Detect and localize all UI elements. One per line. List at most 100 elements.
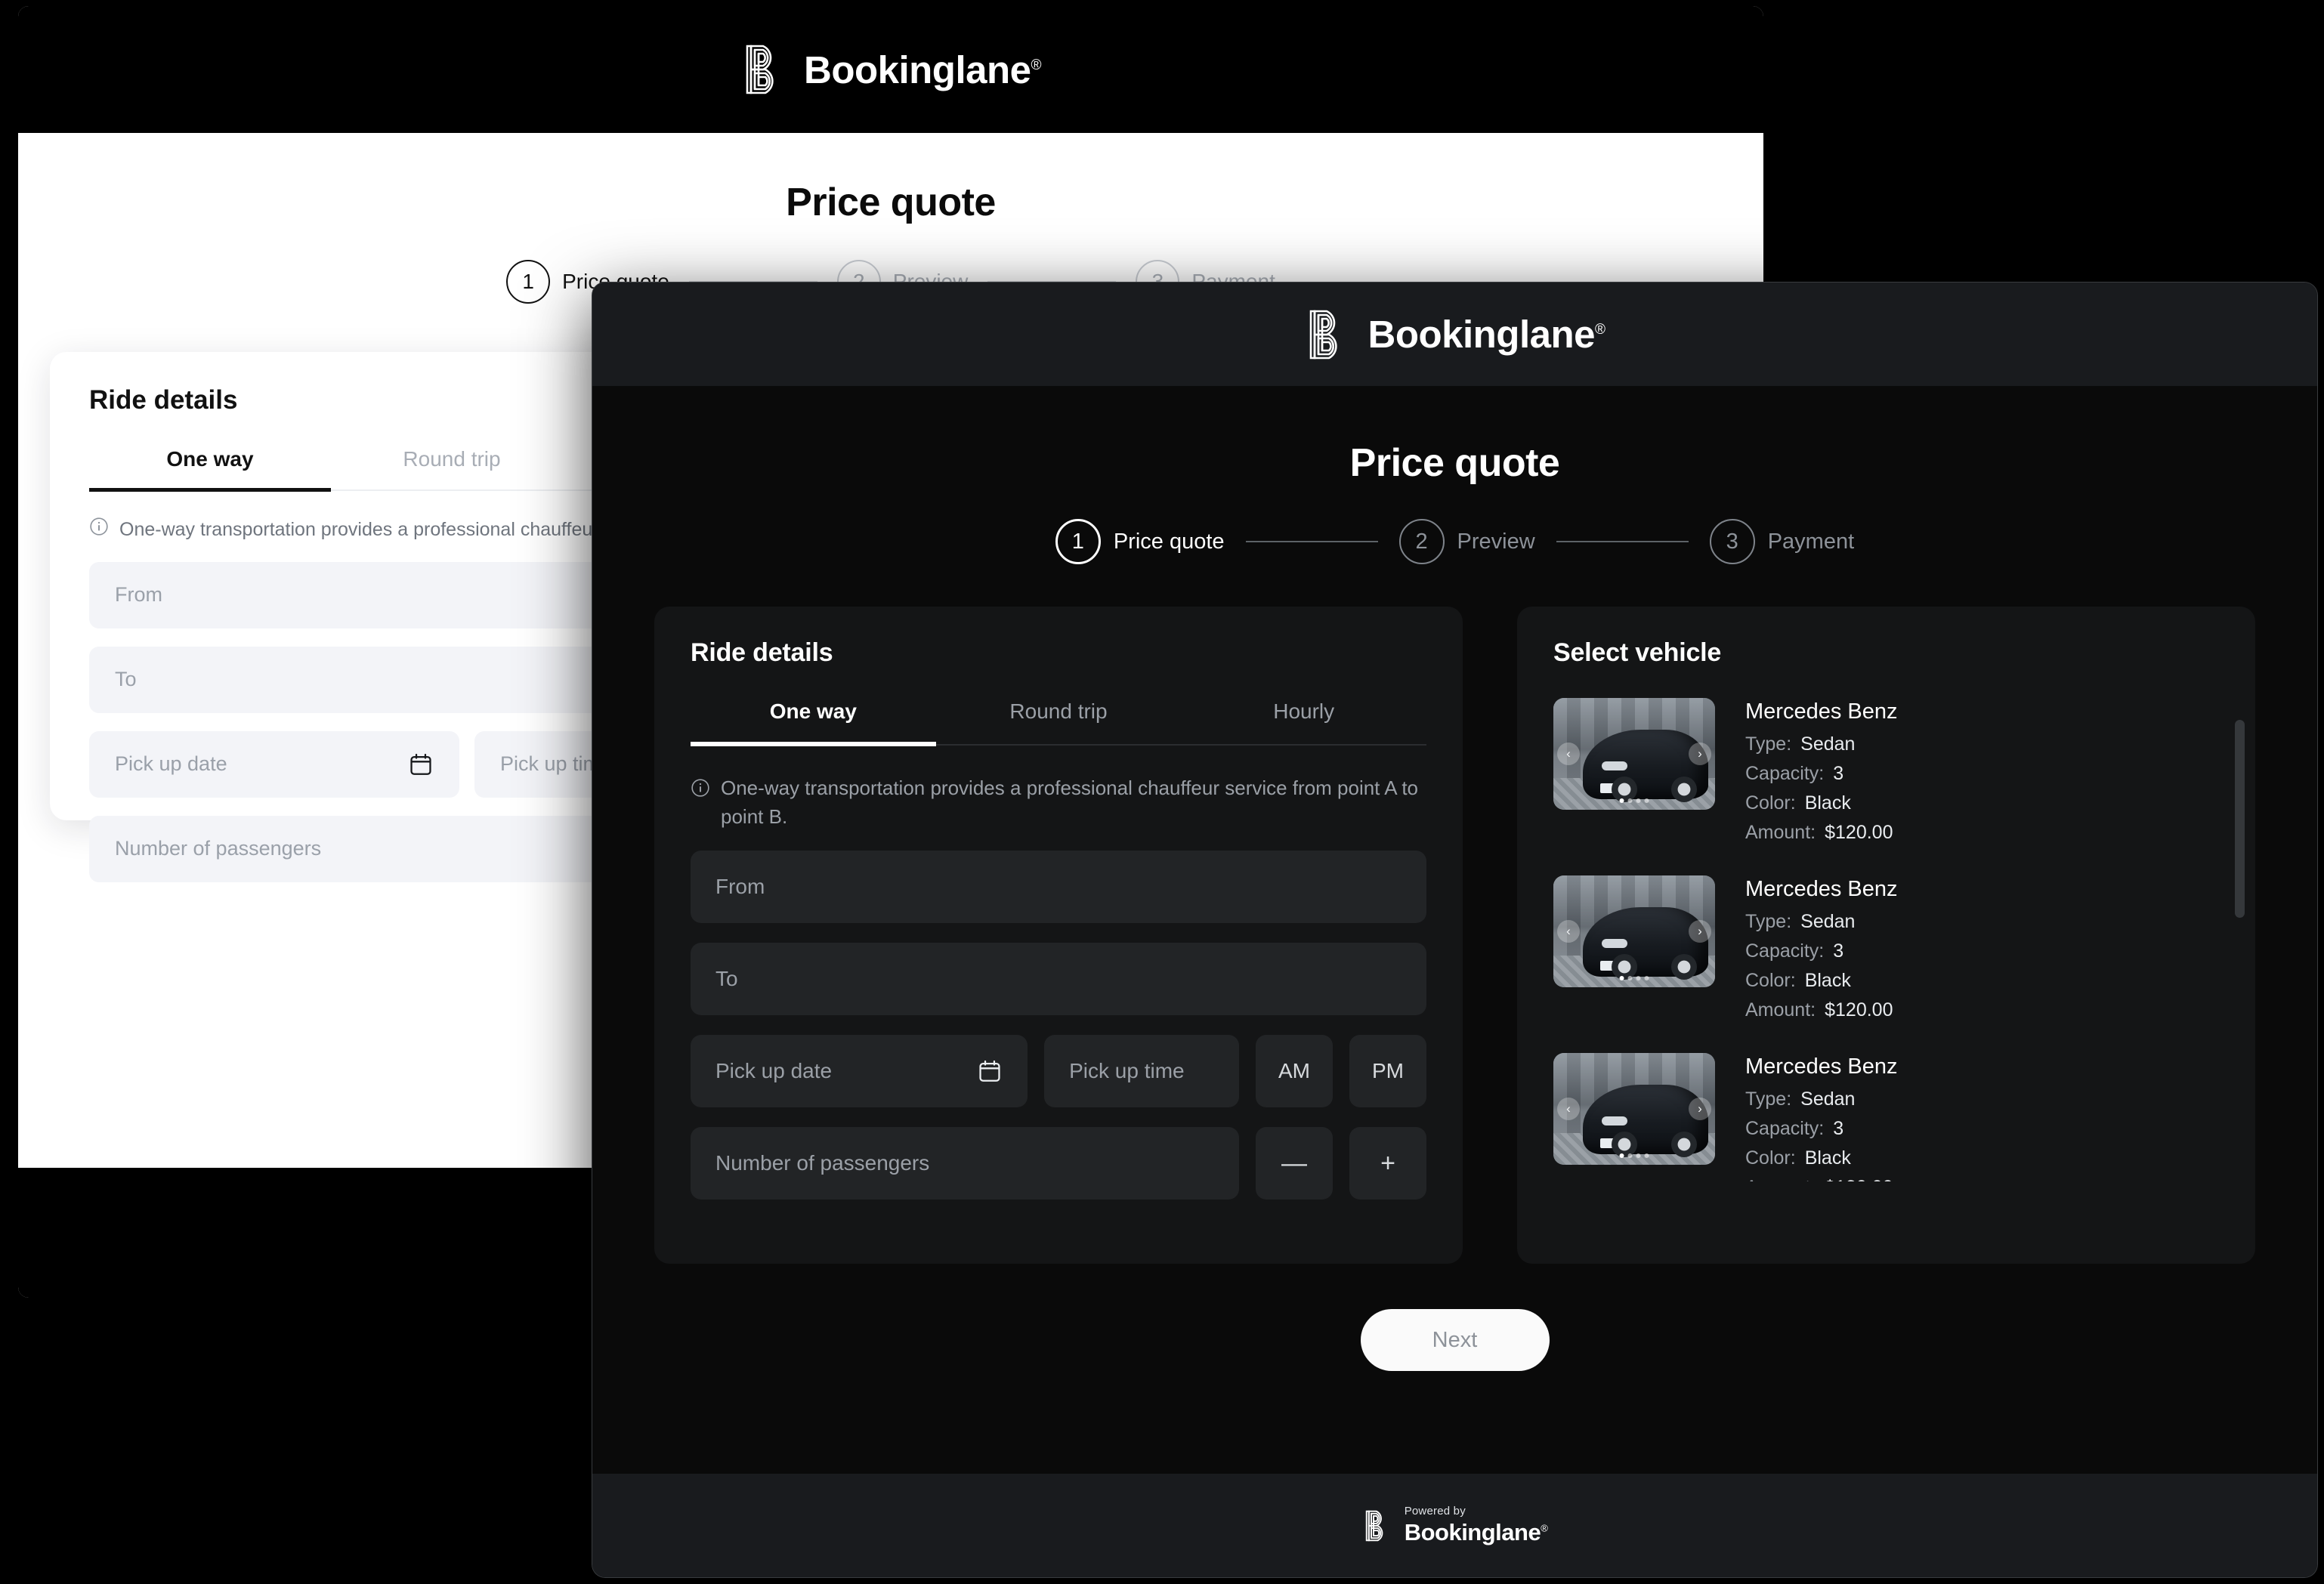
background-tab-round-trip[interactable]: Round trip	[331, 447, 573, 489]
vehicle-type-label: Type:	[1745, 911, 1792, 932]
vehicle-photo-headlight	[1602, 1116, 1628, 1125]
modal-step-2-label: Preview	[1457, 529, 1535, 554]
vehicle-capacity-value: 3	[1833, 763, 1844, 784]
modal-panels: Ride details One way Round trip Hourly O…	[592, 564, 2317, 1264]
tab-round-trip[interactable]: Round trip	[936, 699, 1182, 744]
pickup-time-input[interactable]: Pick up time	[1044, 1035, 1239, 1108]
from-input[interactable]: From	[691, 851, 1426, 924]
modal-step-3[interactable]: 3 Payment	[1709, 519, 1855, 564]
modal-step-2-number: 2	[1398, 519, 1445, 564]
modal-step-2[interactable]: 2 Preview	[1398, 519, 1535, 564]
modal-brand-logo: Bookinglane®	[1304, 307, 1605, 363]
registered-mark: ®	[1595, 322, 1605, 338]
carousel-prev-icon[interactable]: ‹	[1557, 920, 1580, 943]
background-pickup-date-input[interactable]: Pick up date	[89, 730, 459, 798]
vehicle-amount-row: Amount: $120.00	[1745, 999, 1898, 1021]
carousel-next-icon[interactable]: ›	[1689, 743, 1711, 765]
carousel-prev-icon[interactable]: ‹	[1557, 743, 1580, 765]
modal-actions: Next	[592, 1309, 2317, 1371]
background-step-1-number: 1	[506, 260, 551, 304]
modal-step-3-label: Payment	[1767, 529, 1855, 554]
vehicle-type-row: Type: Sedan	[1745, 1088, 1898, 1110]
calendar-icon[interactable]	[977, 1058, 1003, 1084]
background-tab-one-way[interactable]: One way	[89, 447, 331, 492]
vehicle-type-value: Sedan	[1800, 911, 1856, 932]
carousel-prev-icon[interactable]: ‹	[1557, 1098, 1580, 1120]
datetime-row: Pick up date Pick up time AM PM	[691, 1035, 1426, 1108]
info-icon	[691, 779, 709, 797]
carousel-dots	[1619, 976, 1649, 980]
background-window-header: Bookinglane®	[18, 6, 1763, 133]
vehicle-photo[interactable]: ‹ ›	[1553, 698, 1715, 810]
vehicle-info: Mercedes Benz Type: Sedan Capacity: 3 Colo…	[1745, 1053, 1898, 1181]
brand-name: Bookinglane®	[803, 48, 1042, 91]
vehicle-color-label: Color:	[1745, 970, 1796, 991]
bookinglane-b-logo-icon	[1310, 310, 1338, 359]
passengers-increment-button[interactable]: +	[1349, 1127, 1426, 1200]
background-pickup-date-label: Pick up date	[115, 752, 227, 775]
am-button[interactable]: AM	[1256, 1035, 1333, 1108]
vehicle-type-label: Type:	[1745, 1088, 1792, 1110]
tab-one-way[interactable]: One way	[691, 699, 936, 746]
vehicle-info: Mercedes Benz Type: Sedan Capacity: 3 Colo…	[1745, 875, 1898, 1021]
vehicle-color-row: Color: Black	[1745, 970, 1898, 992]
vehicle-list-scrollbar-thumb[interactable]	[2235, 720, 2245, 918]
vehicle-list-scrollbar[interactable]	[2235, 720, 2245, 1120]
to-input[interactable]: To	[691, 943, 1426, 1016]
vehicle-capacity-row: Capacity: 3	[1745, 940, 1898, 962]
vehicle-amount-value: $120.00	[1825, 999, 1893, 1020]
background-page-title: Price quote	[786, 181, 996, 224]
next-button[interactable]: Next	[1360, 1309, 1550, 1371]
passengers-input[interactable]: Number of passengers	[691, 1127, 1239, 1200]
vehicle-name: Mercedes Benz	[1745, 877, 1898, 901]
vehicle-name: Mercedes Benz	[1745, 1054, 1898, 1079]
vehicle-photo-wheel-rear	[1671, 777, 1698, 802]
vehicle-photo-wheel-rear	[1671, 1132, 1698, 1157]
vehicle-amount-row: Amount: $120.00	[1745, 1177, 1898, 1181]
passengers-decrement-button[interactable]: —	[1256, 1127, 1333, 1200]
carousel-next-icon[interactable]: ›	[1689, 920, 1711, 943]
vehicle-type-row: Type: Sedan	[1745, 733, 1898, 755]
registered-mark: ®	[1031, 57, 1042, 73]
vehicle-amount-value: $120.00	[1825, 1177, 1893, 1181]
carousel-next-icon[interactable]: ›	[1689, 1098, 1711, 1120]
modal-step-indicator: 1 Price quote 2 Preview 3 Payment	[592, 519, 2317, 564]
vehicle-type-label: Type:	[1745, 733, 1792, 755]
pickup-date-label: Pick up date	[715, 1059, 833, 1083]
trip-type-tabs: One way Round trip Hourly	[691, 699, 1426, 746]
vehicle-capacity-label: Capacity:	[1745, 763, 1825, 784]
bookinglane-b-logo-icon	[1365, 1510, 1383, 1541]
footer-brand-text: Powered by Bookinglane®	[1405, 1505, 1548, 1546]
modal-footer: Powered by Bookinglane®	[592, 1474, 2317, 1577]
vehicle-list-item[interactable]: ‹ › Mercedes Benz Type: Sedan Capacity: 3 …	[1553, 1053, 2230, 1181]
pm-button[interactable]: PM	[1349, 1035, 1426, 1108]
vehicle-capacity-value: 3	[1833, 1118, 1844, 1139]
carousel-dots	[1619, 798, 1649, 803]
pickup-date-input[interactable]: Pick up date	[691, 1035, 1028, 1108]
select-vehicle-title: Select vehicle	[1553, 638, 1722, 667]
vehicle-photo-wheel-rear	[1671, 954, 1698, 980]
trip-note: One-way transportation provides a profes…	[691, 774, 1426, 831]
vehicle-list-item[interactable]: ‹ › Mercedes Benz Type: Sedan Capacity: 3 …	[1553, 875, 2230, 1021]
footer-brand-name: Bookinglane®	[1404, 1519, 1548, 1545]
vehicle-capacity-label: Capacity:	[1745, 940, 1825, 962]
tab-hourly[interactable]: Hourly	[1181, 699, 1426, 744]
vehicle-list-item[interactable]: ‹ › Mercedes Benz Type: Sedan Capacity: 3 …	[1553, 698, 2230, 844]
vehicle-photo[interactable]: ‹ ›	[1553, 875, 1715, 987]
vehicle-color-label: Color:	[1745, 1147, 1796, 1169]
passengers-row: Number of passengers — +	[691, 1127, 1426, 1200]
ride-details-panel: Ride details One way Round trip Hourly O…	[654, 607, 1463, 1264]
modal-step-1[interactable]: 1 Price quote	[1055, 519, 1225, 564]
vehicle-list[interactable]: ‹ › Mercedes Benz Type: Sedan Capacity: 3 …	[1553, 698, 2230, 1181]
vehicle-photo[interactable]: ‹ ›	[1553, 1053, 1715, 1165]
vehicle-type-row: Type: Sedan	[1745, 911, 1898, 933]
vehicle-capacity-value: 3	[1833, 940, 1844, 962]
vehicle-color-label: Color:	[1745, 792, 1796, 814]
vehicle-color-value: Black	[1804, 792, 1851, 814]
modal-step-3-number: 3	[1709, 519, 1755, 564]
vehicle-type-value: Sedan	[1800, 1088, 1856, 1110]
vehicle-color-row: Color: Black	[1745, 792, 1898, 814]
modal-body: Price quote 1 Price quote 2 Preview 3 Pa…	[592, 386, 2317, 1474]
vehicle-color-row: Color: Black	[1745, 1147, 1898, 1169]
registered-mark: ®	[1541, 1522, 1548, 1534]
